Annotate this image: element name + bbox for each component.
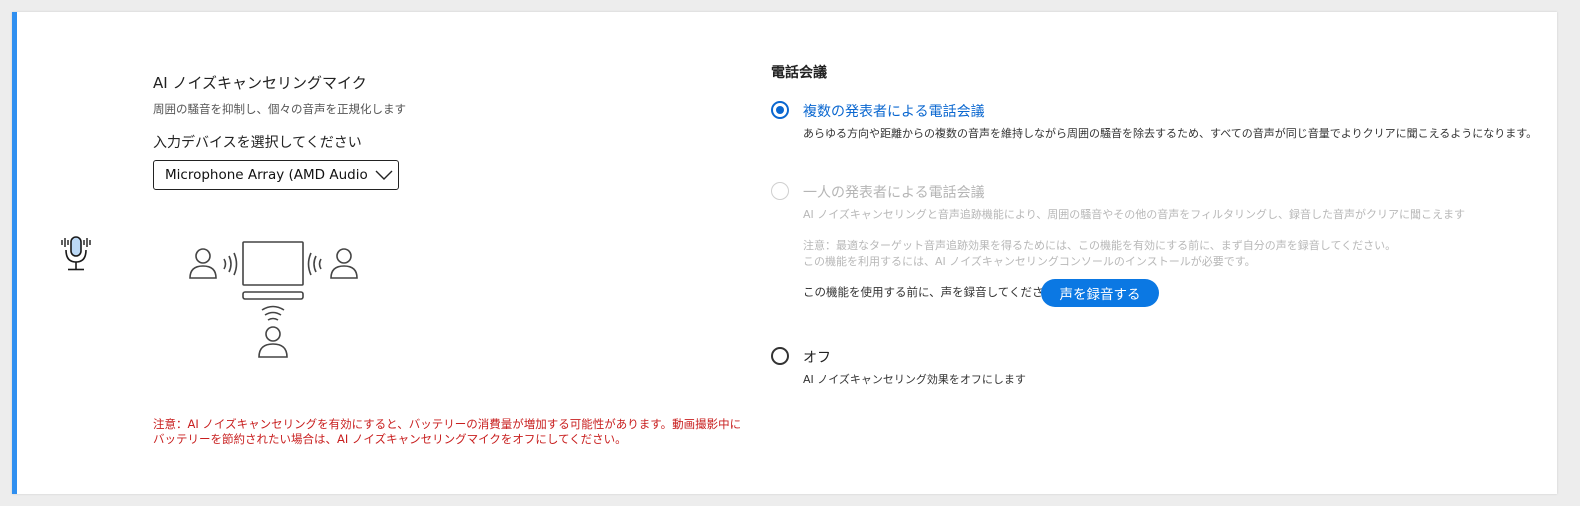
radio-off[interactable]: [771, 347, 789, 365]
radio-multi-speaker[interactable]: [771, 101, 789, 119]
option-off-description: AI ノイズキャンセリング効果をオフにします: [803, 373, 1026, 386]
record-voice-hint: この機能を使用する前に、声を録音してください: [803, 285, 1055, 299]
noise-cancel-title: AI ノイズキャンセリングマイク: [153, 74, 367, 92]
chevron-down-icon: [375, 170, 393, 180]
record-voice-button[interactable]: 声を録音する: [1041, 279, 1159, 307]
record-voice-row: この機能を使用する前に、声を録音してください 声を録音する: [803, 279, 1303, 307]
option-single-speaker-description: AI ノイズキャンセリングと音声追跡機能により、周囲の騒音やその他の音声をフィル…: [803, 208, 1466, 221]
radio-single-speaker[interactable]: [771, 182, 789, 200]
option-single-speaker-label[interactable]: 一人の発表者による電話会議: [803, 182, 985, 202]
noise-cancel-subtitle: 周囲の騒音を抑制し、個々の音声を正規化します: [153, 102, 406, 116]
single-speaker-note-2: この機能を利用するには、AI ノイズキャンセリングコンソールのインストールが必要…: [803, 255, 1256, 268]
noise-cancel-panel: AI ノイズキャンセリングマイク 周囲の騒音を抑制し、個々の音声を正規化します …: [153, 12, 753, 494]
conference-section-title: 電話会議: [771, 65, 827, 81]
selected-device-value: Microphone Array (AMD Audio D: [165, 167, 370, 183]
option-multi-speaker-description: あらゆる方向や距離からの複数の音声を維持しながら周囲の騒音を除去するため、すべて…: [803, 127, 1538, 140]
conference-illustration: [189, 241, 358, 358]
option-off-label[interactable]: オフ: [803, 347, 831, 367]
battery-warning: 注意：AI ノイズキャンセリングを有効にすると、バッテリーの消費量が増加する可能…: [153, 417, 742, 446]
settings-card: AI ノイズキャンセリングマイク 周囲の騒音を抑制し、個々の音声を正規化します …: [12, 12, 1557, 494]
option-multi-speaker-label[interactable]: 複数の発表者による電話会議: [803, 101, 985, 121]
input-device-select[interactable]: Microphone Array (AMD Audio D: [153, 160, 399, 190]
single-speaker-note-1: 注意：最適なターゲット音声追跡効果を得るためには、この機能を有効にする前に、まず…: [803, 239, 1397, 252]
microphone-icon: [61, 236, 91, 271]
conference-panel: 電話会議 複数の発表者による電話会議 あらゆる方向や距離からの複数の音声を維持し…: [771, 12, 1551, 494]
input-device-label: 入力デバイスを選択してください: [153, 135, 362, 151]
